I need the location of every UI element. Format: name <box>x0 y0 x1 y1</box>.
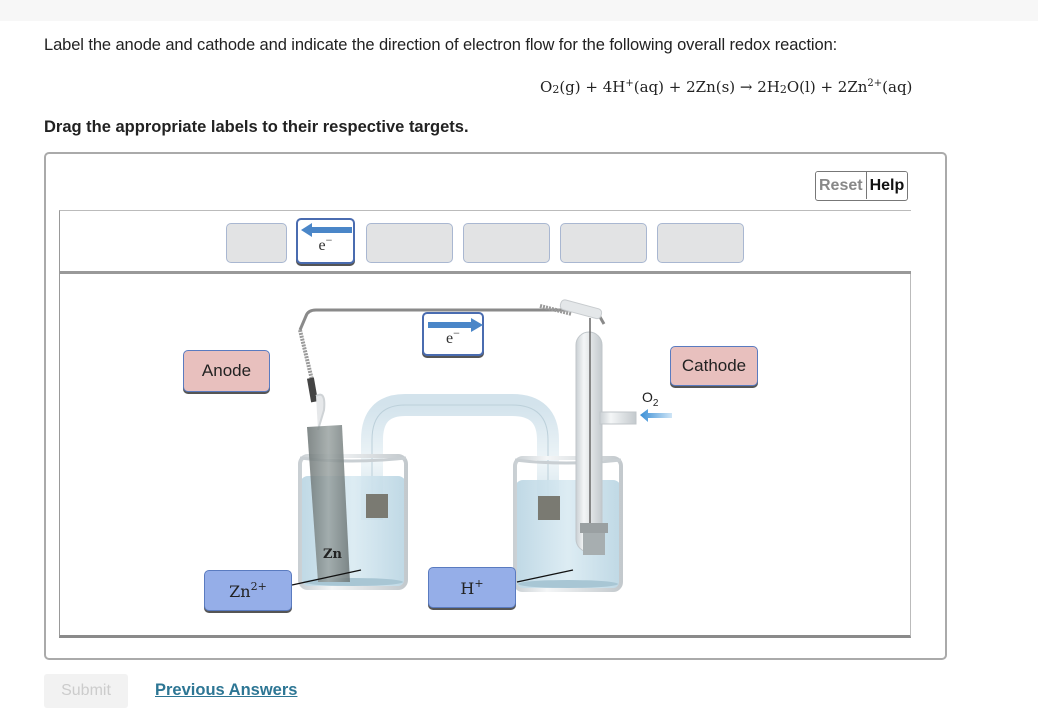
anode-label[interactable]: Anode <box>183 350 270 392</box>
submit-button[interactable]: Submit <box>44 674 128 708</box>
cathode-electrode <box>583 533 605 555</box>
previous-answers-link[interactable]: Previous Answers <box>155 681 297 700</box>
o2-label: O2 <box>642 389 659 409</box>
electron-arrow-right-label[interactable]: e− <box>422 312 484 356</box>
clip-jaw-left <box>315 393 326 431</box>
bridge-plug-left <box>366 494 388 518</box>
wire-coil-left <box>298 329 314 381</box>
o2-side-arm <box>599 411 637 425</box>
arrow-right-icon <box>428 318 483 332</box>
zn-ion-label[interactable]: Zn2+ <box>204 570 292 611</box>
cathode-electrode-holder <box>580 523 608 533</box>
zn-electrode-label: Zn <box>323 547 342 562</box>
gas-inlet-tube <box>575 331 603 553</box>
cathode-label[interactable]: Cathode <box>670 346 758 386</box>
alligator-clip-right <box>559 299 603 320</box>
o2-inflow-arrow <box>640 409 672 422</box>
h-ion-label[interactable]: H+ <box>428 567 516 608</box>
bridge-plug-right <box>538 496 560 520</box>
cathode-beaker-solution <box>515 480 621 590</box>
electrochemical-cell-diagram: Zn O2 <box>291 299 672 592</box>
